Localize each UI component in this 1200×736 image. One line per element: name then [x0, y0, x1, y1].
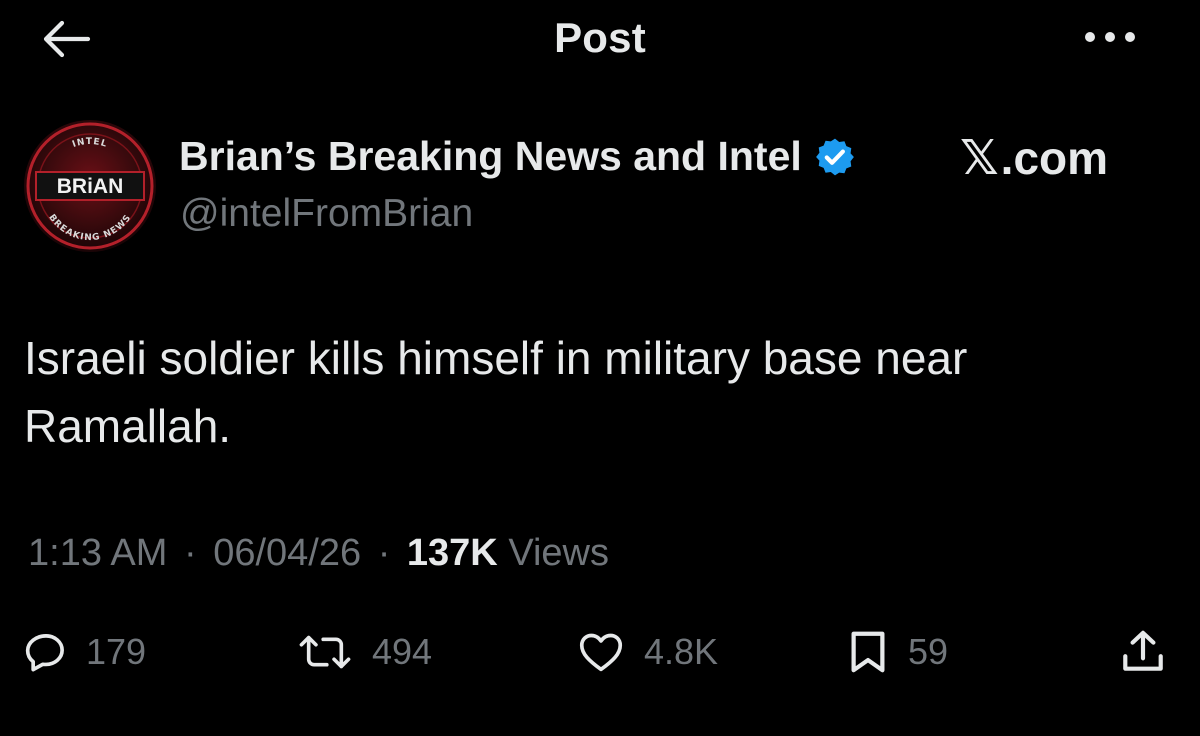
post-time[interactable]: 1:13 AM	[28, 532, 167, 574]
x-logo-icon: 𝕏	[960, 130, 999, 186]
post-date[interactable]: 06/04/26	[213, 532, 361, 574]
action-bar: 179 494 4.8K 59	[0, 612, 1200, 692]
post-text: Israeli soldier kills himself in militar…	[24, 332, 968, 452]
bookmark-button[interactable]: 59	[846, 612, 948, 692]
repost-icon	[299, 635, 351, 669]
author-name-text: Brian’s Breaking News and Intel	[179, 133, 802, 179]
verified-badge-icon	[815, 138, 854, 175]
bookmark-count: 59	[908, 631, 949, 672]
more-options-button[interactable]	[1078, 22, 1142, 52]
page-title: Post	[554, 14, 646, 61]
share-button[interactable]	[1118, 612, 1168, 692]
post-meta: 1:13 AM · 06/04/26 · 137K Views	[28, 532, 609, 575]
like-button[interactable]: 4.8K	[576, 612, 718, 692]
repost-count: 494	[372, 631, 433, 672]
author-handle[interactable]: @intelFromBrian	[180, 192, 473, 236]
reply-icon	[25, 634, 64, 672]
top-bar: Post	[0, 0, 1200, 80]
heart-icon	[579, 633, 623, 672]
author-display-name[interactable]: Brian’s Breaking News and Intel	[179, 133, 856, 180]
svg-text:BRiAN: BRiAN	[57, 175, 124, 198]
repost-button[interactable]: 494	[296, 612, 432, 692]
avatar[interactable]: INTEL BREAKING NEWS BRiAN	[22, 118, 158, 254]
share-icon	[1123, 630, 1163, 671]
x-com-watermark: 𝕏 .com	[960, 126, 1160, 190]
reply-count: 179	[86, 631, 147, 672]
reply-button[interactable]: 179	[24, 612, 146, 692]
views-label: Views	[508, 532, 609, 574]
post-page: Post INTEL BREAKING NEWS BRiAN Brian’s B…	[0, 0, 1200, 736]
meta-separator: ·	[377, 532, 391, 574]
ellipsis-icon	[1085, 32, 1135, 42]
meta-separator: ·	[183, 532, 197, 574]
like-count: 4.8K	[644, 631, 719, 672]
watermark-domain: .com	[1000, 132, 1109, 184]
brian-logo-icon: INTEL BREAKING NEWS BRiAN	[24, 120, 156, 252]
views-count: 137K	[406, 532, 498, 574]
bookmark-icon	[851, 631, 885, 673]
